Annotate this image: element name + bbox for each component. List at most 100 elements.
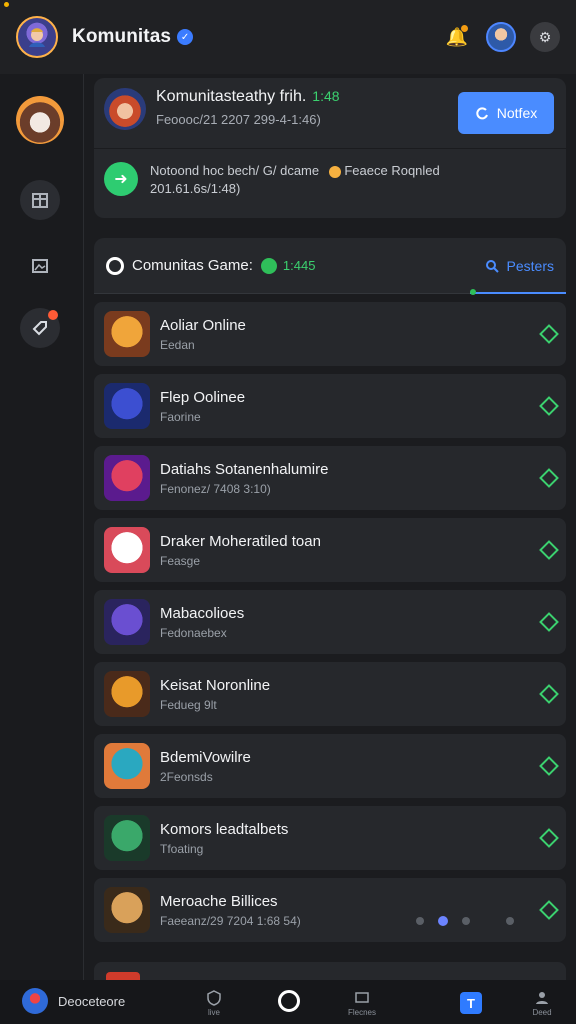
game-text: Aoliar Online Eedan [160,317,246,352]
tv-icon [355,991,369,1003]
page-dot[interactable] [506,917,514,925]
game-status: Tfoating [160,841,204,856]
bottom-user-avatar [22,988,48,1014]
search-icon [485,259,499,273]
diamond-arrow-icon[interactable] [539,900,559,920]
indicator-dot [470,289,476,295]
game-list-item[interactable]: Datiahs Sotanenhalumire Fenonez/ 7408 3:1… [94,446,566,510]
divider [94,148,566,149]
game-text: Komors leadtalbets Tfoating [160,821,288,856]
diamond-arrow-icon[interactable] [539,468,559,488]
game-list-title: Comunitas Game: [132,257,253,274]
nav-flecnes[interactable]: Flecnes [340,986,384,1020]
game-status: Faeeanz/29 7204 1:68 54) [160,913,301,928]
page-dot-active[interactable] [438,916,448,926]
notice-button-label: Notfex [496,105,538,121]
game-thumbnail [104,599,150,645]
pager-dots [416,916,514,926]
game-list-item[interactable]: Flep Oolinee Faorine [94,374,566,438]
diamond-arrow-icon[interactable] [539,756,559,776]
top-actions: 🔔 ⚙ [442,22,560,52]
game-list-header: Comunitas Game: 1:445 Pesters [94,238,566,295]
nav-home-ring-icon[interactable] [278,990,300,1012]
game-status: Fedueg 9lt [160,697,217,712]
heart-emoji-icon [328,165,341,178]
page-dot[interactable] [416,917,424,925]
announcement-sub: 201.61.6s/1:48) [150,181,241,196]
shield-icon [207,989,221,1006]
community-subtitle: Feoooc/21 2207 299-4-1:46) [156,112,321,127]
game-name: BdemiVowilre [160,748,251,766]
game-list-item[interactable]: Draker Moheratiled toan Feasge [94,518,566,582]
status-dot [4,2,9,7]
notification-dot [461,25,468,32]
game-name: Keisat Noronline [160,676,271,694]
game-thumbnail [104,527,150,573]
notification-badge [48,310,58,320]
game-list-item[interactable]: Keisat Noronline Fedueg 9lt [94,662,566,726]
community-title-text: Komunitasteathy frih. [156,88,307,105]
diamond-arrow-icon[interactable] [539,396,559,416]
notice-button[interactable]: Notfex [458,92,554,134]
game-thumbnail [104,671,150,717]
game-name: Flep Oolinee [160,388,246,406]
game-status: Faorine [160,409,201,424]
game-thumbnail [104,311,150,357]
page-dot[interactable] [462,917,470,925]
game-list-item[interactable]: Mabacolioes Fedonaebex [94,590,566,654]
nav-t-button[interactable]: T [460,992,482,1014]
game-list-item[interactable]: BdemiVowilre 2Feonsds [94,734,566,798]
partial-list-item [94,962,566,980]
bell-icon[interactable]: 🔔 [442,22,472,52]
diamond-arrow-icon[interactable] [539,828,559,848]
game-thumbnail [104,455,150,501]
game-list-item[interactable]: Meroache Billices Faeeanz/29 7204 1:68 54… [94,878,566,942]
game-text: Keisat Noronline Fedueg 9lt [160,677,270,712]
nav-live[interactable]: live [192,986,236,1020]
top-bar: Komunitas ✓ 🔔 ⚙ [0,0,576,74]
game-name: Aoliar Online [160,316,246,334]
game-character-icon [29,28,45,47]
diamond-arrow-icon[interactable] [539,684,559,704]
game-list-item[interactable]: Aoliar Online Eedan [94,302,566,366]
refresh-icon [476,107,488,120]
nav-live-label: live [207,1007,220,1017]
game-thumbnail [104,887,150,933]
bottom-user-label: Deoceteore [58,993,126,1009]
game-text: BdemiVowilre 2Feonsds [160,749,251,784]
person-icon [536,991,548,1004]
image-icon[interactable] [20,246,60,286]
game-name: Komors leadtalbets [160,820,289,838]
announcement-tail: Feaece Roqnled [344,163,440,178]
chat-icon: ➜ [104,162,138,196]
game-status: 2Feonsds [160,769,213,784]
game-text: Draker Moheratiled toan Feasge [160,533,321,568]
search-tab[interactable]: Pesters [485,258,554,274]
game-text: Meroache Billices Faeeanz/29 7204 1:68 54… [160,893,301,928]
game-name: Mabacolioes [160,604,245,622]
nav-flecnes-label: Flecnes [347,1007,376,1017]
app-logo[interactable] [16,16,58,58]
check-badge-icon: ✓ [177,29,194,45]
game-name: Draker Moheratiled toan [160,532,321,550]
bottom-user[interactable]: Deoceteore [22,988,125,1014]
diamond-arrow-icon[interactable] [539,540,559,560]
community-avatar[interactable] [104,88,146,130]
shop-icon[interactable] [20,180,60,220]
nav-deed[interactable]: Deed [520,986,564,1020]
settings-avatar[interactable]: ⚙ [530,22,560,52]
community-title: Komunitasteathy frih. 1:48 [156,88,340,106]
tag-icon[interactable] [20,308,60,348]
game-status: Fenonez/ 7408 3:10) [160,481,271,496]
game-list-item[interactable]: Komors leadtalbets Tfoating [94,806,566,870]
game-status: Fedonaebex [160,625,227,640]
profile-avatar[interactable] [16,96,64,144]
sidebar [0,74,84,980]
nav-deed-label: Deed [532,1007,552,1017]
diamond-arrow-icon[interactable] [539,612,559,632]
app-title: Komunitas [72,26,172,47]
user-avatar[interactable] [486,22,516,52]
member-count: 1:48 [312,88,340,104]
diamond-arrow-icon[interactable] [539,324,559,344]
game-text: Datiahs Sotanenhalumire Fenonez/ 7408 3:1… [160,461,328,496]
